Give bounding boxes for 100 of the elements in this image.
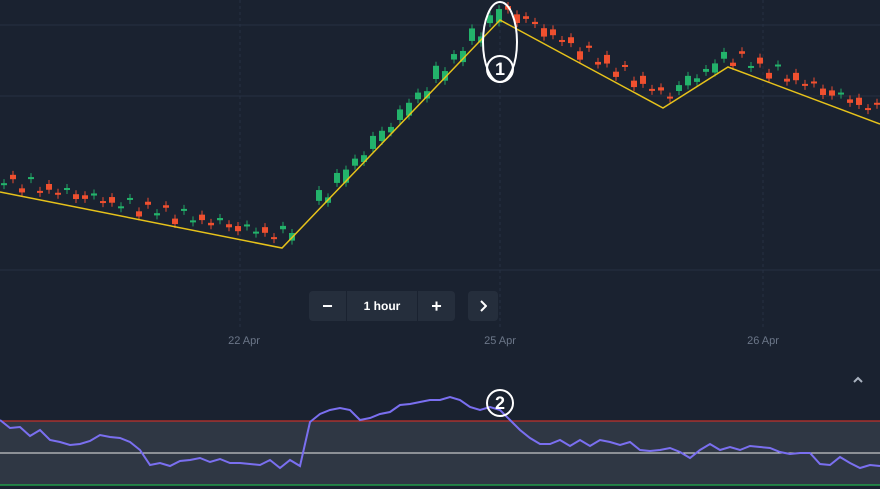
candlestick [325,192,331,208]
candlestick [730,58,736,71]
date-label: 22 Apr [228,335,260,347]
candlestick [739,46,745,58]
candlestick [289,228,295,246]
candlestick [424,86,430,103]
candlestick [505,1,511,14]
candlestick [172,214,178,229]
candlestick [838,88,844,100]
candlestick [658,82,664,95]
candlestick [397,104,403,124]
candlestick [784,74,790,86]
date-label: 25 Apr [484,335,516,347]
annotation-badge: 1 [486,55,514,83]
candlestick [595,57,601,70]
candlestick [64,184,70,194]
candlestick [388,122,394,137]
candlestick [91,188,97,200]
candlestick [541,24,547,42]
candlestick [721,47,727,64]
candlestick [163,200,169,212]
candlestick [451,50,457,64]
candlestick [370,131,376,154]
candlestick [829,86,835,100]
candlestick [802,79,808,90]
candlestick [1,178,7,190]
candlestick [442,66,448,86]
candlestick [262,222,268,238]
candlestick [460,46,466,67]
candlestick [46,180,52,194]
candlestick [100,196,106,208]
candlestick [10,170,16,184]
candlestick [244,220,250,231]
candlestick [550,24,556,40]
candlestick [37,186,43,198]
candlestick [631,76,637,92]
candlestick [523,12,529,24]
candlestick [190,216,196,227]
candlestick [334,168,340,188]
candlestick [559,35,565,46]
candlestick [433,61,439,84]
collapse-icon[interactable] [853,376,863,383]
chevron-right-icon [479,300,487,312]
candlestick [649,84,655,96]
candlestick [19,184,25,197]
candlestick [109,192,115,208]
candlestick [874,98,880,110]
annotation-badge: 2 [486,389,514,417]
candlestick [199,210,205,225]
candlestick [568,32,574,48]
candlestick [811,76,817,88]
candlestick [604,50,610,68]
candlestick [235,222,241,236]
candlestick [271,232,277,244]
candlestick [154,208,160,220]
candlestick [703,64,709,76]
candlestick [55,188,61,200]
date-label: 26 Apr [747,335,779,347]
candlestick [28,172,34,184]
candlestick [352,154,358,170]
candlestick [748,61,754,72]
candlestick [856,93,862,110]
candlestick [586,41,592,52]
candlestick [136,206,142,221]
candlestick [712,58,718,78]
candlestick [73,190,79,204]
candlestick [343,165,349,188]
candlestick [415,88,421,104]
candlestick [469,24,475,46]
candlestick [865,104,871,115]
next-button[interactable] [468,291,498,321]
candlestick [847,94,853,108]
candlestick [532,17,538,29]
candlestick [694,74,700,86]
candlestick [775,60,781,71]
candlestick [253,227,259,238]
candlestick [757,53,763,68]
candlestick [667,92,673,104]
candlestick [793,68,799,85]
candlestick [226,220,232,232]
candlestick [379,126,385,146]
candlestick [280,221,286,234]
candlestick [127,193,133,204]
candlestick [181,204,187,216]
candlestick [676,80,682,96]
candlestick [82,190,88,204]
candlestick [208,218,214,230]
zoom-in-button[interactable]: + [417,291,455,321]
candlestick [217,214,223,225]
candlestick [406,98,412,120]
candlestick [685,71,691,90]
zoom-out-button[interactable]: − [309,291,347,321]
interval-button[interactable]: 1 hour [347,291,417,321]
candlestick [496,4,502,27]
candlestick [640,71,646,88]
candlestick [820,84,826,100]
candlestick [766,68,772,84]
candlestick [145,197,151,210]
candlestick [487,10,493,28]
candlestick [577,46,583,64]
